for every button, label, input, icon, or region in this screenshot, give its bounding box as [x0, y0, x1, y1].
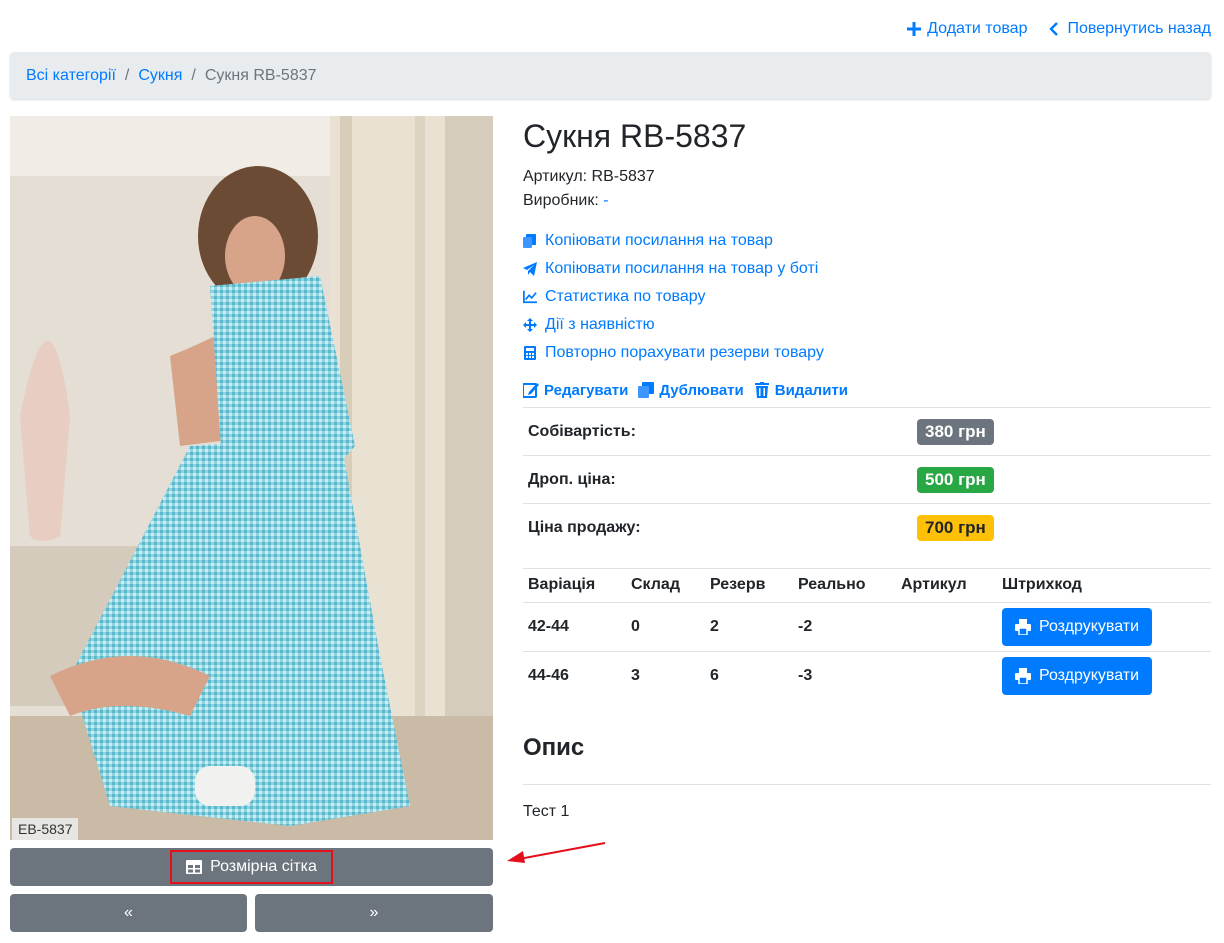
sku-cell — [896, 602, 997, 652]
edit-icon — [523, 383, 539, 398]
chart-line-icon — [523, 290, 537, 304]
print-barcode-button[interactable]: Роздрукувати — [1002, 607, 1152, 646]
edit-label: Редагувати — [544, 381, 629, 399]
manufacturer-row: Виробник: - — [523, 189, 1211, 213]
description-divider — [523, 784, 1211, 785]
table-icon — [186, 860, 203, 874]
col-variation: Варіація — [523, 567, 626, 603]
copy-bot-link-label: Копіювати посилання на товар у боті — [545, 260, 819, 277]
stock-actions-label: Дії з наявністю — [545, 316, 655, 333]
variations-table: Варіація Склад Резерв Реально Артикул Шт… — [523, 567, 1211, 701]
reserve-cell: 6 — [710, 666, 719, 684]
product-meta: Артикул: RB-5837 Виробник: - — [523, 165, 1211, 213]
size-chart-highlight: Розмірна сітка — [170, 850, 333, 884]
add-product-label: Додати товар — [927, 20, 1028, 37]
breadcrumb-separator: / — [191, 66, 196, 84]
variation-cell: 42-44 — [523, 602, 626, 652]
plus-icon — [907, 22, 922, 36]
copy-icon — [523, 234, 536, 248]
variations-header: Варіація Склад Резерв Реально Артикул Шт… — [523, 567, 1211, 603]
trash-icon — [754, 382, 769, 398]
next-product-button[interactable]: » — [255, 894, 493, 932]
col-barcode: Штрихкод — [997, 567, 1211, 603]
photo-sku-tag: EB-5837 — [12, 818, 79, 840]
description-text: Тест 1 — [523, 803, 570, 820]
manufacturer-label: Виробник: — [523, 192, 599, 209]
product-details: Сукня RB-5837 Артикул: RB-5837 Виробник:… — [523, 116, 1211, 821]
product-photo[interactable]: EB-5837 — [10, 116, 493, 840]
chevron-left-icon — [1049, 22, 1059, 36]
page-title: Сукня RB-5837 — [523, 118, 747, 154]
add-product-link[interactable]: Додати товар — [907, 20, 1027, 38]
price-badge-cost: 380 грн — [917, 418, 994, 445]
sku-row: Артикул: RB-5837 — [523, 165, 1211, 189]
price-label: Собівартість: — [523, 407, 912, 456]
go-back-label: Повернутись назад — [1067, 20, 1211, 37]
recalc-reserves-link[interactable]: Повторно порахувати резерви товару — [523, 339, 1211, 367]
stock-cell: 3 — [631, 666, 640, 684]
arrows-move-icon — [523, 318, 537, 332]
price-label: Дроп. ціна: — [523, 455, 912, 504]
price-badge-sale: 700 грн — [917, 514, 994, 541]
breadcrumb-root[interactable]: Всі категорії — [26, 67, 116, 85]
go-back-link[interactable]: Повернутись назад — [1047, 20, 1211, 38]
price-row-sale: Ціна продажу: 700 грн — [523, 503, 1211, 552]
red-arrow-annotation — [507, 842, 606, 863]
edit-button[interactable]: Редагувати — [523, 382, 628, 399]
reserve-cell: 2 — [705, 602, 793, 652]
printer-icon — [1014, 667, 1031, 684]
description-title: Опис — [523, 734, 585, 761]
stock-cell: 0 — [626, 602, 705, 652]
telegram-icon — [523, 262, 537, 276]
duplicate-button[interactable]: Дублювати — [638, 381, 744, 399]
col-real: Реально — [793, 567, 896, 603]
size-chart-button[interactable]: Розмірна сітка — [10, 848, 493, 886]
stats-link[interactable]: Статистика по товару — [523, 283, 1211, 311]
breadcrumb-separator: / — [124, 66, 130, 84]
col-sku: Артикул — [896, 567, 997, 603]
price-badge-drop: 500 грн — [917, 466, 994, 493]
prev-product-button[interactable]: « — [10, 894, 247, 932]
copy-link[interactable]: Копіювати посилання на товар — [523, 227, 1211, 255]
variation-cell: 44-46 — [528, 666, 569, 684]
breadcrumb: Всі категорії / Сукня / Сукня RB-5837 — [10, 52, 1211, 99]
col-stock: Склад — [626, 567, 705, 603]
manufacturer-link[interactable]: - — [603, 192, 608, 209]
stock-actions-link[interactable]: Дії з наявністю — [523, 311, 1211, 339]
sku-value: RB-5837 — [591, 168, 655, 185]
stats-link-label: Статистика по товару — [545, 288, 706, 305]
copy-bot-link[interactable]: Копіювати посилання на товар у боті — [523, 255, 1211, 283]
real-cell: -2 — [793, 602, 896, 652]
breadcrumb-current: Сукня RB-5837 — [204, 66, 317, 84]
table-row: 42-44 0 2 -2 Роздрукувати — [523, 602, 1211, 652]
print-barcode-button[interactable]: Роздрукувати — [1002, 656, 1152, 695]
product-actions: Редагувати Дублювати Видалити — [523, 373, 1211, 407]
product-links: Копіювати посилання на товар Копіювати п… — [523, 227, 1211, 367]
print-label: Роздрукувати — [1038, 617, 1140, 635]
price-table: Собівартість: 380 грн Дроп. ціна: 500 гр… — [523, 407, 1211, 552]
calculator-icon — [524, 346, 536, 360]
print-label: Роздрукувати — [1038, 666, 1140, 684]
copy-link-label: Копіювати посилання на товар — [545, 232, 773, 249]
duplicate-icon — [638, 382, 655, 398]
price-row-cost: Собівартість: 380 грн — [523, 407, 1211, 456]
size-chart-label: Розмірна сітка — [210, 858, 317, 875]
recalc-reserves-label: Повторно порахувати резерви товару — [545, 344, 824, 361]
printer-icon — [1014, 618, 1031, 635]
breadcrumb-category[interactable]: Сукня — [138, 67, 182, 85]
duplicate-label: Дублювати — [659, 381, 744, 399]
sku-cell — [896, 651, 997, 700]
delete-button[interactable]: Видалити — [754, 382, 848, 399]
sku-label: Артикул: — [523, 168, 588, 185]
delete-label: Видалити — [774, 381, 848, 399]
price-row-drop: Дроп. ціна: 500 грн — [523, 455, 1211, 504]
product-photo-image — [10, 116, 493, 840]
real-cell: -3 — [798, 666, 813, 684]
table-row: 44-46 3 6 -3 Роздрукувати — [523, 651, 1211, 700]
top-actions: Додати товар Повернутись назад — [907, 20, 1211, 38]
price-label: Ціна продажу: — [523, 503, 912, 552]
col-reserve: Резерв — [705, 567, 793, 603]
